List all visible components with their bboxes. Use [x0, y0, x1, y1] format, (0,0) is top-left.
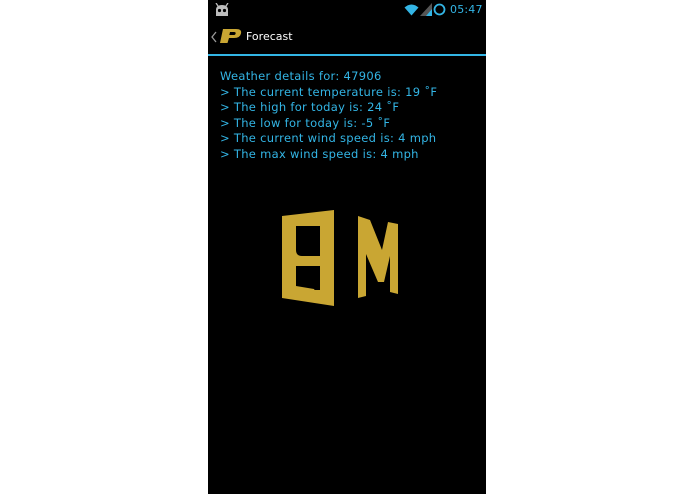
action-bar: Forecast [208, 20, 486, 56]
weather-line-wind: > The current wind speed is: 4 mph [220, 131, 437, 146]
purdue-p-logo-icon[interactable] [219, 28, 243, 44]
weather-header: Weather details for: 47906 [220, 69, 382, 83]
page-title: Forecast [246, 30, 293, 43]
android-icon [215, 3, 229, 16]
status-time: 05:47 [450, 3, 483, 16]
weather-details: Weather details for: 47906 > The current… [220, 69, 482, 163]
wifi-icon [404, 4, 419, 16]
signal-icon [420, 3, 432, 16]
weather-line-high: > The high for today is: 24 ˚F [220, 100, 400, 115]
weather-line-max-wind: > The max wind speed is: 4 mph [220, 146, 419, 161]
battery-ring-icon [433, 3, 446, 16]
phone-screen: 05:47 Forecast Weather details for: 4790… [208, 0, 486, 494]
chevron-left-icon[interactable] [211, 31, 217, 43]
weather-line-low: > The low for today is: -5 ˚F [220, 115, 391, 130]
rotating-bm-logo [282, 210, 398, 306]
status-bar: 05:47 [208, 0, 486, 20]
weather-line-temperature: > The current temperature is: 19 ˚F [220, 84, 438, 99]
